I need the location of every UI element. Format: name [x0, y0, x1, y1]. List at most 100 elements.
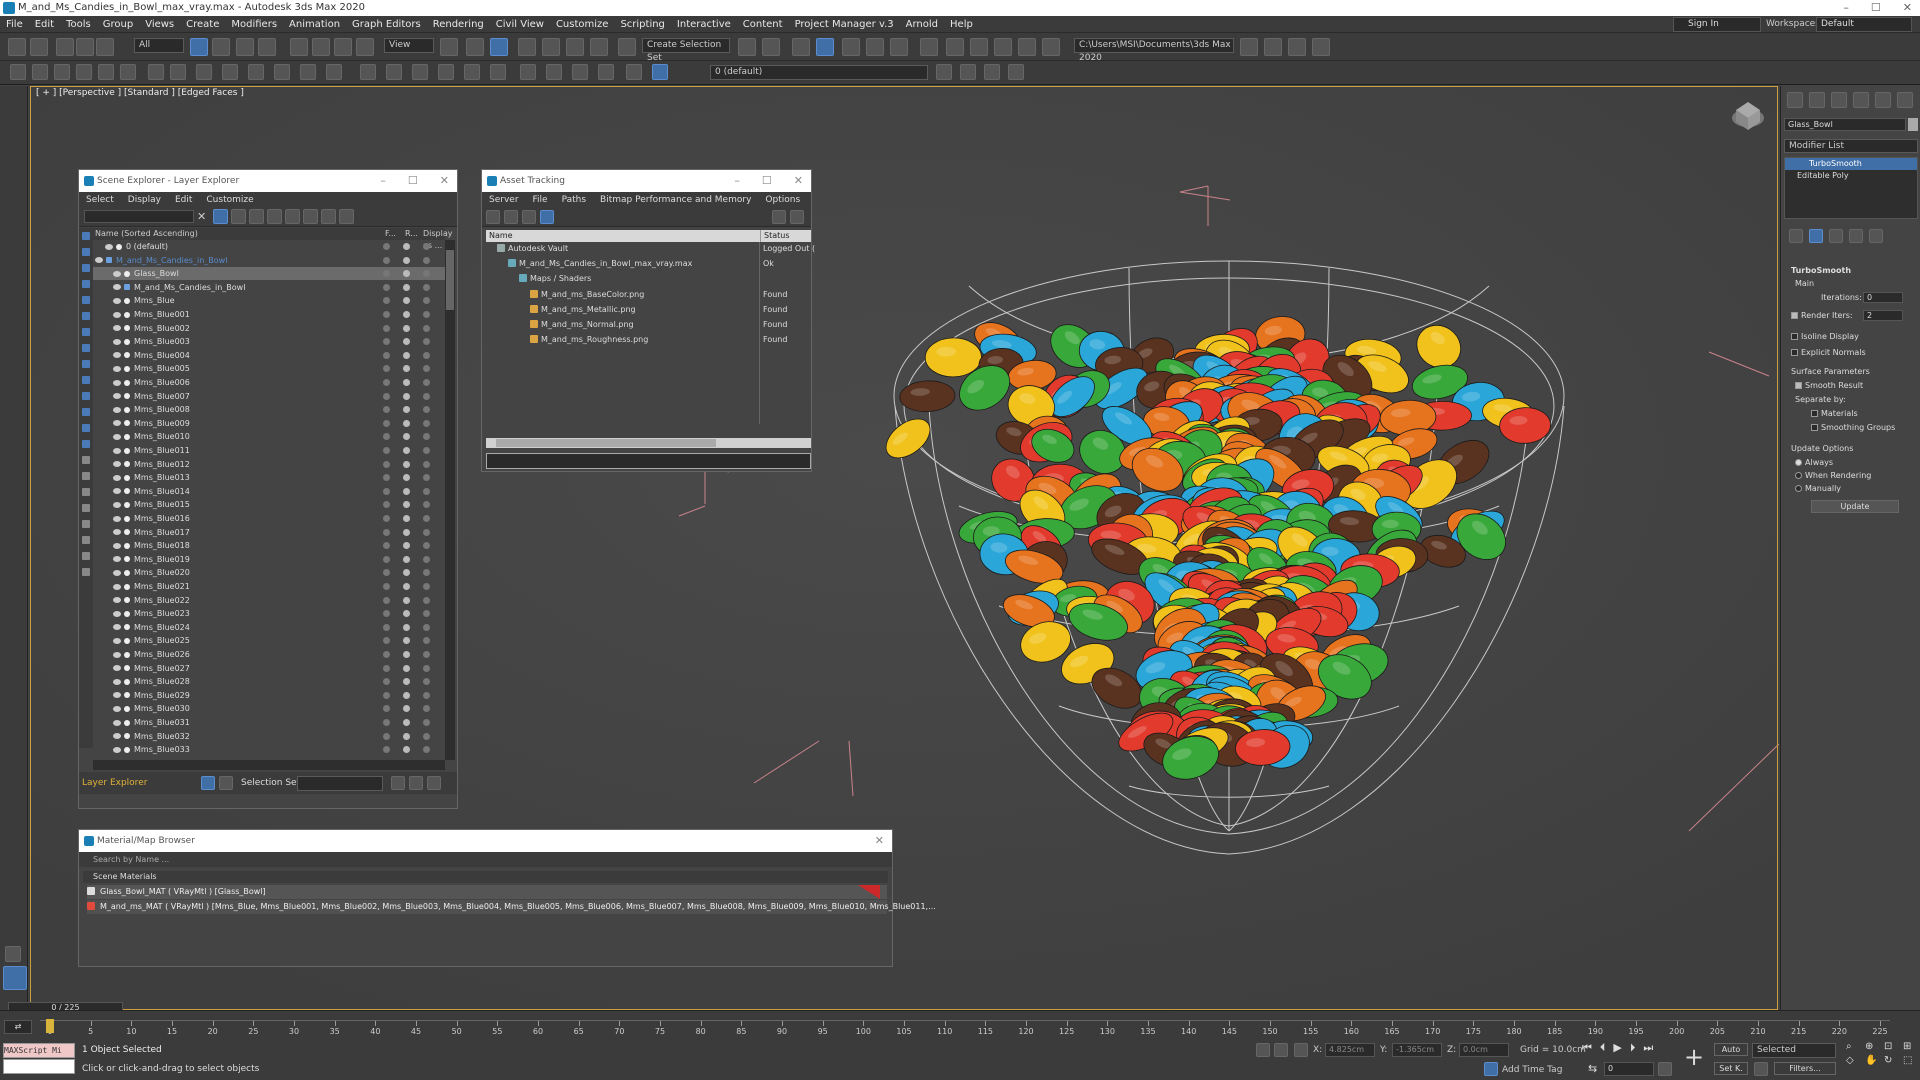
at-menu-options[interactable]: Options [758, 195, 807, 205]
table-row[interactable]: Mms_Blue020 [93, 566, 445, 579]
visibility-icon[interactable] [113, 569, 121, 576]
visibility-icon[interactable] [113, 624, 121, 631]
project-folder-icon[interactable] [1240, 38, 1258, 56]
box-icon[interactable] [54, 64, 70, 80]
maximize-viewport-icon[interactable]: ⬚ [1903, 1055, 1919, 1066]
table-row[interactable]: Maps / Shaders [486, 272, 811, 285]
filter-type-icon[interactable] [82, 392, 90, 400]
table-row[interactable]: Mms_Blue010 [93, 430, 445, 443]
render-icon[interactable] [403, 297, 410, 305]
display-icon[interactable] [423, 746, 430, 754]
table-row[interactable]: Mms_Blue027 [93, 662, 445, 675]
edit-named-selection-icon[interactable] [618, 38, 636, 56]
close-button[interactable]: ✕ [440, 170, 449, 192]
visibility-icon[interactable] [113, 719, 121, 726]
list-item[interactable]: Glass_Bowl_MAT ( VRayMtl ) [Glass_Bowl] [87, 885, 887, 899]
add-time-tag[interactable]: Add Time Tag [1502, 1065, 1562, 1075]
visibility-icon[interactable] [113, 515, 121, 522]
play-forward-icon[interactable] [5, 946, 21, 962]
display-icon[interactable] [423, 678, 430, 686]
visibility-icon[interactable] [113, 651, 121, 658]
column-render[interactable]: R... [405, 228, 418, 240]
spinner-snap-icon[interactable] [590, 38, 608, 56]
visibility-icon[interactable] [113, 325, 121, 332]
table-row[interactable]: Mms_Blue013 [93, 471, 445, 484]
a360-gallery-icon[interactable] [1042, 38, 1060, 56]
play-icon[interactable]: ▶ [1613, 1041, 1621, 1055]
render-icon[interactable] [403, 256, 410, 264]
visibility-icon[interactable] [113, 474, 121, 481]
render-icon[interactable] [403, 583, 410, 590]
table-row[interactable]: Mms_Blue017 [93, 526, 445, 539]
render-icon[interactable] [403, 365, 410, 373]
select-object-icon[interactable] [190, 38, 208, 56]
table-row[interactable]: M_and_ms_Roughness.png Found [486, 333, 811, 346]
visibility-icon[interactable] [113, 678, 121, 685]
filter-type-icon[interactable] [82, 296, 90, 304]
select-in-layer-icon[interactable] [984, 64, 1000, 80]
close-button[interactable]: ✕ [794, 170, 803, 192]
display-icon[interactable] [423, 664, 430, 672]
field-of-view-icon[interactable]: ◇ [1846, 1055, 1862, 1066]
table-row[interactable]: Autodesk Vault Logged Out ( [486, 242, 815, 255]
display-icon[interactable] [423, 324, 430, 332]
visibility-icon[interactable] [113, 461, 121, 468]
render-icon[interactable] [403, 732, 410, 740]
render-iters-checkbox[interactable] [1791, 312, 1798, 319]
keyboard-shortcut-override-icon[interactable] [490, 38, 508, 56]
material-search-input[interactable]: Search by Name ... [79, 852, 892, 867]
material-browser-header[interactable]: Material/Map Browser ✕ [79, 830, 892, 852]
render-setup-icon[interactable] [946, 38, 964, 56]
visibility-icon[interactable] [113, 433, 121, 440]
mini-curve-editor-icon[interactable]: ⇄ [4, 1020, 32, 1034]
maxscript-output-field[interactable] [3, 1059, 75, 1074]
at-menu-bitmap-performance-and-memory[interactable]: Bitmap Performance and Memory [593, 195, 758, 205]
redo-icon[interactable] [30, 38, 48, 56]
key-mode-icon[interactable]: ⇆ [1588, 1062, 1602, 1076]
visibility-icon[interactable] [113, 379, 121, 386]
visibility-icon[interactable] [113, 447, 121, 454]
add-to-layer-icon[interactable] [960, 64, 976, 80]
manually-radio[interactable] [1795, 485, 1802, 492]
display-icon[interactable] [423, 474, 430, 482]
cone-icon[interactable] [300, 64, 316, 80]
menu-file[interactable]: File [0, 16, 29, 33]
percent-snap-icon[interactable] [566, 38, 584, 56]
filter-icon[interactable] [213, 209, 228, 224]
delete-selection-icon[interactable] [427, 776, 441, 790]
freeze-icon[interactable] [383, 569, 390, 577]
render-icon[interactable] [403, 433, 410, 441]
checkout-icon[interactable] [504, 210, 518, 224]
angle-snap-icon[interactable] [542, 38, 560, 56]
visibility-icon[interactable] [113, 352, 121, 359]
visibility-icon[interactable] [113, 365, 121, 372]
display-icon[interactable] [423, 719, 430, 726]
display-icon[interactable] [423, 460, 430, 468]
viewport-layout-icon[interactable] [3, 966, 27, 990]
display-icon[interactable] [423, 338, 430, 346]
display-icon[interactable] [423, 583, 430, 590]
freeze-icon[interactable] [383, 678, 390, 686]
lock-icon[interactable] [231, 209, 246, 224]
when-rendering-radio[interactable] [1795, 472, 1802, 479]
visibility-icon[interactable] [113, 583, 121, 590]
freeze-icon[interactable] [383, 311, 390, 318]
display-icon[interactable] [423, 243, 430, 250]
configure-sets-icon[interactable] [1869, 229, 1883, 243]
table-row[interactable]: M_and_ms_Metallic.png Found [486, 303, 811, 316]
isoline-checkbox[interactable] [1791, 333, 1798, 340]
table-row[interactable]: Mms_Blue026 [93, 648, 445, 661]
freeze-icon[interactable] [383, 515, 390, 522]
object-name-field[interactable]: Glass_Bowl [1784, 118, 1906, 131]
table-row[interactable]: M_and_ms_BaseColor.png Found [486, 288, 811, 301]
freeze-icon[interactable] [383, 283, 390, 291]
table-row[interactable]: Mms_Blue008 [93, 403, 445, 416]
table-row[interactable]: Mms_Blue007 [93, 390, 445, 403]
filter-type-icon[interactable] [82, 472, 90, 480]
render-icon[interactable] [403, 447, 410, 454]
visibility-icon[interactable] [113, 692, 121, 699]
render-icon[interactable] [403, 406, 410, 414]
smoothing-groups-checkbox[interactable] [1811, 424, 1818, 431]
reference-coordinate-dropdown[interactable]: View [384, 38, 434, 53]
freeze-icon[interactable] [383, 297, 390, 305]
